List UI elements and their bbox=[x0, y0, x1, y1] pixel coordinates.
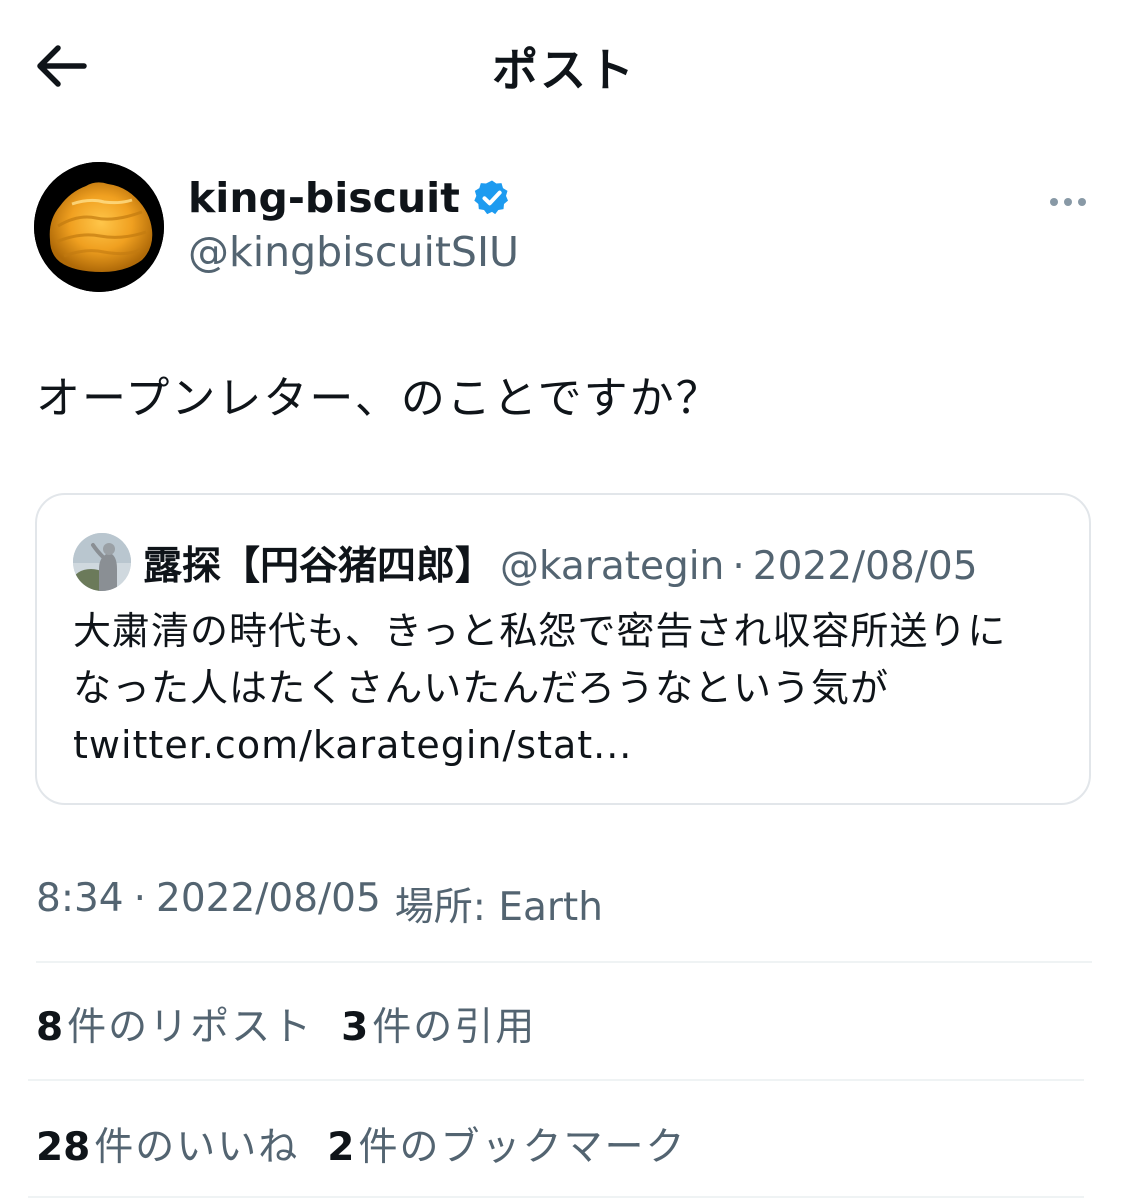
quoted-post-header: 露探【円谷猪四郎】 @karategin · 2022/08/05 bbox=[143, 535, 978, 591]
quoted-author-handle: @karategin bbox=[500, 544, 725, 589]
top-bar: ポスト bbox=[0, 0, 1128, 130]
quotes-number: 3 bbox=[341, 1005, 369, 1050]
post-timestamp: 8:34 · 2022/08/05 場所: Earth bbox=[36, 876, 603, 932]
quoted-link-text: twitter.com/karategin/stat... bbox=[73, 723, 633, 767]
author-handle[interactable]: @kingbiscuitSIU bbox=[188, 228, 519, 276]
quoted-text-line: なった人はたくさんいたんだろうなという気が bbox=[73, 666, 889, 710]
quoted-post-text: 大粛清の時代も、きっと私怨で密告され収容所送りに なった人はたくさんいたんだろう… bbox=[73, 603, 1063, 774]
quotes-label: 件の引用 bbox=[372, 1005, 537, 1050]
page-title: ポスト bbox=[492, 43, 636, 97]
likes-count[interactable]: 28 件のいいね bbox=[36, 1116, 299, 1172]
reposts-count[interactable]: 8 件のリポスト bbox=[36, 996, 313, 1052]
verified-badge-icon bbox=[472, 178, 512, 218]
timestamp-separator: · bbox=[133, 876, 146, 921]
post-time[interactable]: 8:34 bbox=[36, 876, 124, 932]
author-avatar[interactable] bbox=[34, 162, 164, 292]
more-dot-icon bbox=[1064, 198, 1072, 206]
reposts-number: 8 bbox=[36, 1005, 64, 1050]
author-name-text: king-biscuit bbox=[188, 174, 460, 222]
post-text: オープンレター、のことですか？ bbox=[36, 373, 722, 424]
quoted-author-avatar bbox=[73, 533, 131, 591]
reposts-label: 件のリポスト bbox=[67, 1005, 314, 1050]
likes-stats-row: 28 件のいいね 2 件のブックマーク bbox=[36, 1116, 714, 1172]
author-name[interactable]: king-biscuit bbox=[188, 174, 512, 222]
post-date[interactable]: 2022/08/05 bbox=[156, 876, 381, 932]
bookmarks-count[interactable]: 2 件のブックマーク bbox=[327, 1116, 686, 1172]
divider bbox=[28, 1079, 1084, 1081]
likes-label: 件のいいね bbox=[94, 1125, 300, 1170]
quoted-separator: · bbox=[732, 544, 745, 589]
quoted-author-name: 露探【円谷猪四郎】 bbox=[143, 544, 495, 589]
quoted-post-date: 2022/08/05 bbox=[752, 544, 978, 589]
divider bbox=[36, 961, 1092, 963]
more-dot-icon bbox=[1050, 198, 1058, 206]
bookmarks-label: 件のブックマーク bbox=[358, 1125, 687, 1170]
more-dot-icon bbox=[1078, 198, 1086, 206]
more-options-button[interactable] bbox=[1040, 182, 1096, 222]
statue-avatar-image bbox=[73, 533, 131, 591]
bookmarks-number: 2 bbox=[327, 1125, 355, 1170]
quoted-post-card[interactable]: 露探【円谷猪四郎】 @karategin · 2022/08/05 大粛清の時代… bbox=[35, 493, 1091, 805]
quotes-count[interactable]: 3 件の引用 bbox=[341, 996, 536, 1052]
post-location: 場所: Earth bbox=[394, 885, 603, 930]
quoted-text-line: 大粛清の時代も、きっと私怨で密告され収容所送りに bbox=[73, 609, 1007, 653]
repost-stats-row: 8 件のリポスト 3 件の引用 bbox=[36, 996, 564, 1052]
likes-number: 28 bbox=[36, 1125, 91, 1170]
biscuit-avatar-image bbox=[34, 162, 164, 292]
divider bbox=[28, 1196, 1084, 1198]
